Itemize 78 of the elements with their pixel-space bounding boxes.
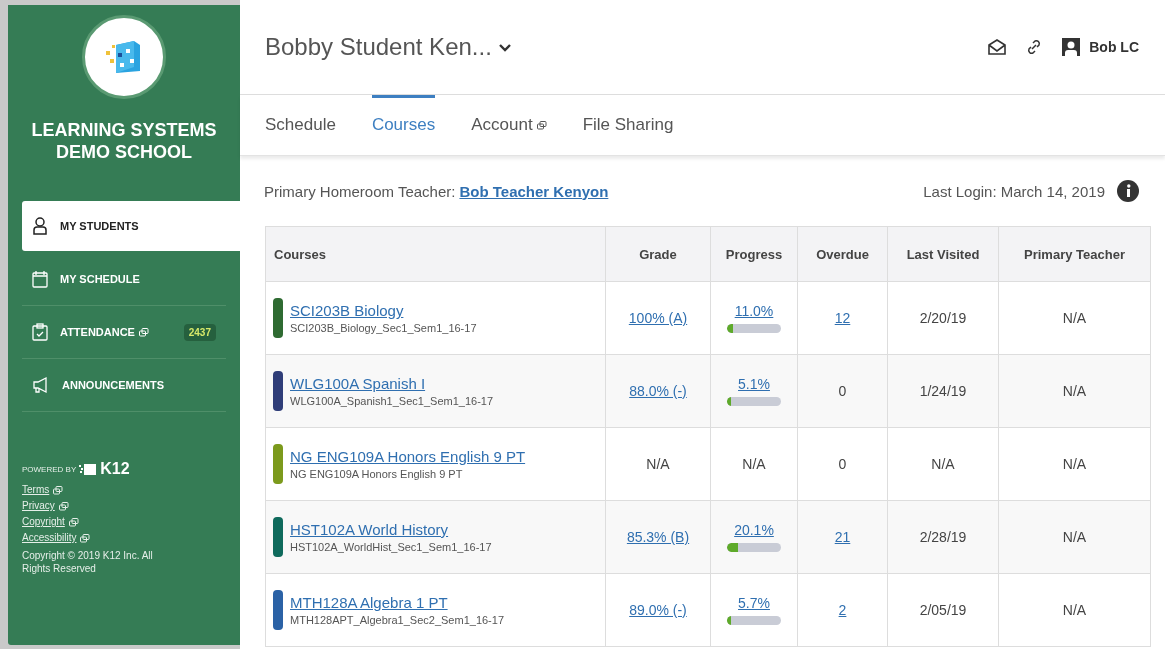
- envelope-icon[interactable]: [987, 38, 1008, 56]
- overdue-link[interactable]: 12: [834, 310, 851, 326]
- column-header: Courses: [265, 226, 606, 282]
- student-name[interactable]: Bobby Student Ken...: [265, 33, 492, 61]
- course-link[interactable]: HST102A World History: [290, 521, 449, 538]
- section-name: NG ENG109A Honors English 9 PT: [290, 468, 464, 480]
- megaphone-icon: [32, 376, 50, 394]
- tab[interactable]: Account: [471, 95, 547, 155]
- brand-name: K12: [100, 460, 130, 478]
- powered-by-label: POWERED BY: [22, 464, 77, 474]
- date-cell: 1/24/19: [887, 354, 999, 428]
- course-link[interactable]: MTH128A Algebra 1 PT: [290, 594, 448, 611]
- progress-link[interactable]: 20.1%: [734, 522, 774, 538]
- overdue-cell: 0: [797, 427, 888, 501]
- last-login-text: Last Login: March 14, 2019: [923, 182, 1105, 200]
- homeroom-teacher-label: Primary Homeroom Teacher:: [264, 182, 456, 200]
- column-header: Progress: [710, 226, 798, 282]
- course-link[interactable]: WLG100A Spanish I: [290, 375, 426, 392]
- count-badge: 2437: [183, 323, 216, 341]
- teacher-cell: N/A: [998, 281, 1151, 355]
- footer-link[interactable]: Accessibility: [22, 532, 91, 543]
- column-header: Overdue: [797, 226, 888, 282]
- course-link[interactable]: NG ENG109A Honors English 9 PT: [290, 448, 526, 465]
- footer-link[interactable]: Terms: [22, 484, 64, 495]
- progress-link[interactable]: 5.1%: [738, 376, 770, 392]
- section-name: WLG100A_Spanish1_Sec1_Sem1_16-17: [290, 395, 494, 407]
- section-name: MTH128APT_Algebra1_Sec2_Sem1_16-17: [290, 614, 505, 626]
- chevron-down-icon[interactable]: [497, 42, 512, 52]
- calendar-icon: [32, 270, 48, 288]
- overdue-link[interactable]: 2: [838, 602, 847, 618]
- date-cell: 2/05/19: [887, 573, 999, 647]
- section-name: HST102A_WorldHist_Sec1_Sem1_16-17: [290, 541, 492, 553]
- grade-link[interactable]: 100% (A): [628, 310, 688, 326]
- school-name: LEARNING SYSTEMS DEMO SCHOOL: [30, 119, 218, 163]
- footer-link[interactable]: Copyright: [22, 516, 79, 527]
- progress-cell: N/A: [710, 427, 798, 501]
- teacher-link[interactable]: Bob Teacher Kenyon: [459, 182, 609, 200]
- user-name[interactable]: Bob LC: [1089, 39, 1139, 55]
- teacher-cell: N/A: [998, 500, 1151, 574]
- nav-item[interactable]: MY STUDENTS: [22, 201, 240, 251]
- overdue-cell: 0: [797, 354, 888, 428]
- external-link-icon: [58, 501, 69, 511]
- overdue-link[interactable]: 21: [834, 529, 851, 545]
- tab[interactable]: File Sharing: [582, 95, 674, 155]
- person-icon: [32, 217, 48, 235]
- nav-item[interactable]: MY SCHEDULE: [22, 253, 226, 306]
- user-avatar-icon[interactable]: [1061, 37, 1082, 57]
- progress-link[interactable]: 11.0%: [734, 303, 774, 319]
- teacher-cell: N/A: [998, 427, 1151, 501]
- external-link-icon: [536, 120, 547, 130]
- external-link-icon: [68, 517, 79, 527]
- footer-link[interactable]: Privacy: [22, 500, 69, 511]
- external-link-icon: [138, 327, 149, 337]
- tab[interactable]: Courses: [371, 95, 436, 155]
- external-link-icon: [53, 485, 64, 495]
- nav-item[interactable]: ATTENDANCE 2437: [22, 306, 226, 359]
- clipboard-icon: [32, 323, 48, 341]
- grade-cell: N/A: [605, 427, 711, 501]
- course-link[interactable]: SCI203B Biology: [290, 302, 404, 319]
- external-link-icon: [80, 533, 91, 543]
- nav-item[interactable]: ANNOUNCEMENTS: [22, 359, 226, 412]
- grade-link[interactable]: 89.0% (-): [629, 602, 687, 618]
- column-header: Primary Teacher: [998, 226, 1151, 282]
- tab[interactable]: Schedule: [265, 95, 336, 155]
- info-icon[interactable]: [1117, 180, 1139, 202]
- date-cell: 2/20/19: [887, 281, 999, 355]
- column-header: Last Visited: [887, 226, 999, 282]
- copyright-text: Copyright © 2019 K12 Inc. All Rights Reserved: [22, 549, 154, 575]
- k12-logo-icon: [79, 462, 98, 476]
- progress-link[interactable]: 5.7%: [738, 595, 770, 611]
- section-name: SCI203B_Biology_Sec1_Sem1_16-17: [290, 322, 477, 334]
- date-cell: 2/28/19: [887, 500, 999, 574]
- grade-link[interactable]: 85.3% (B): [626, 529, 690, 545]
- teacher-cell: N/A: [998, 354, 1151, 428]
- teacher-cell: N/A: [998, 573, 1151, 647]
- column-header: Grade: [605, 226, 711, 282]
- grade-link[interactable]: 88.0% (-): [629, 383, 687, 399]
- date-cell: N/A: [887, 427, 999, 501]
